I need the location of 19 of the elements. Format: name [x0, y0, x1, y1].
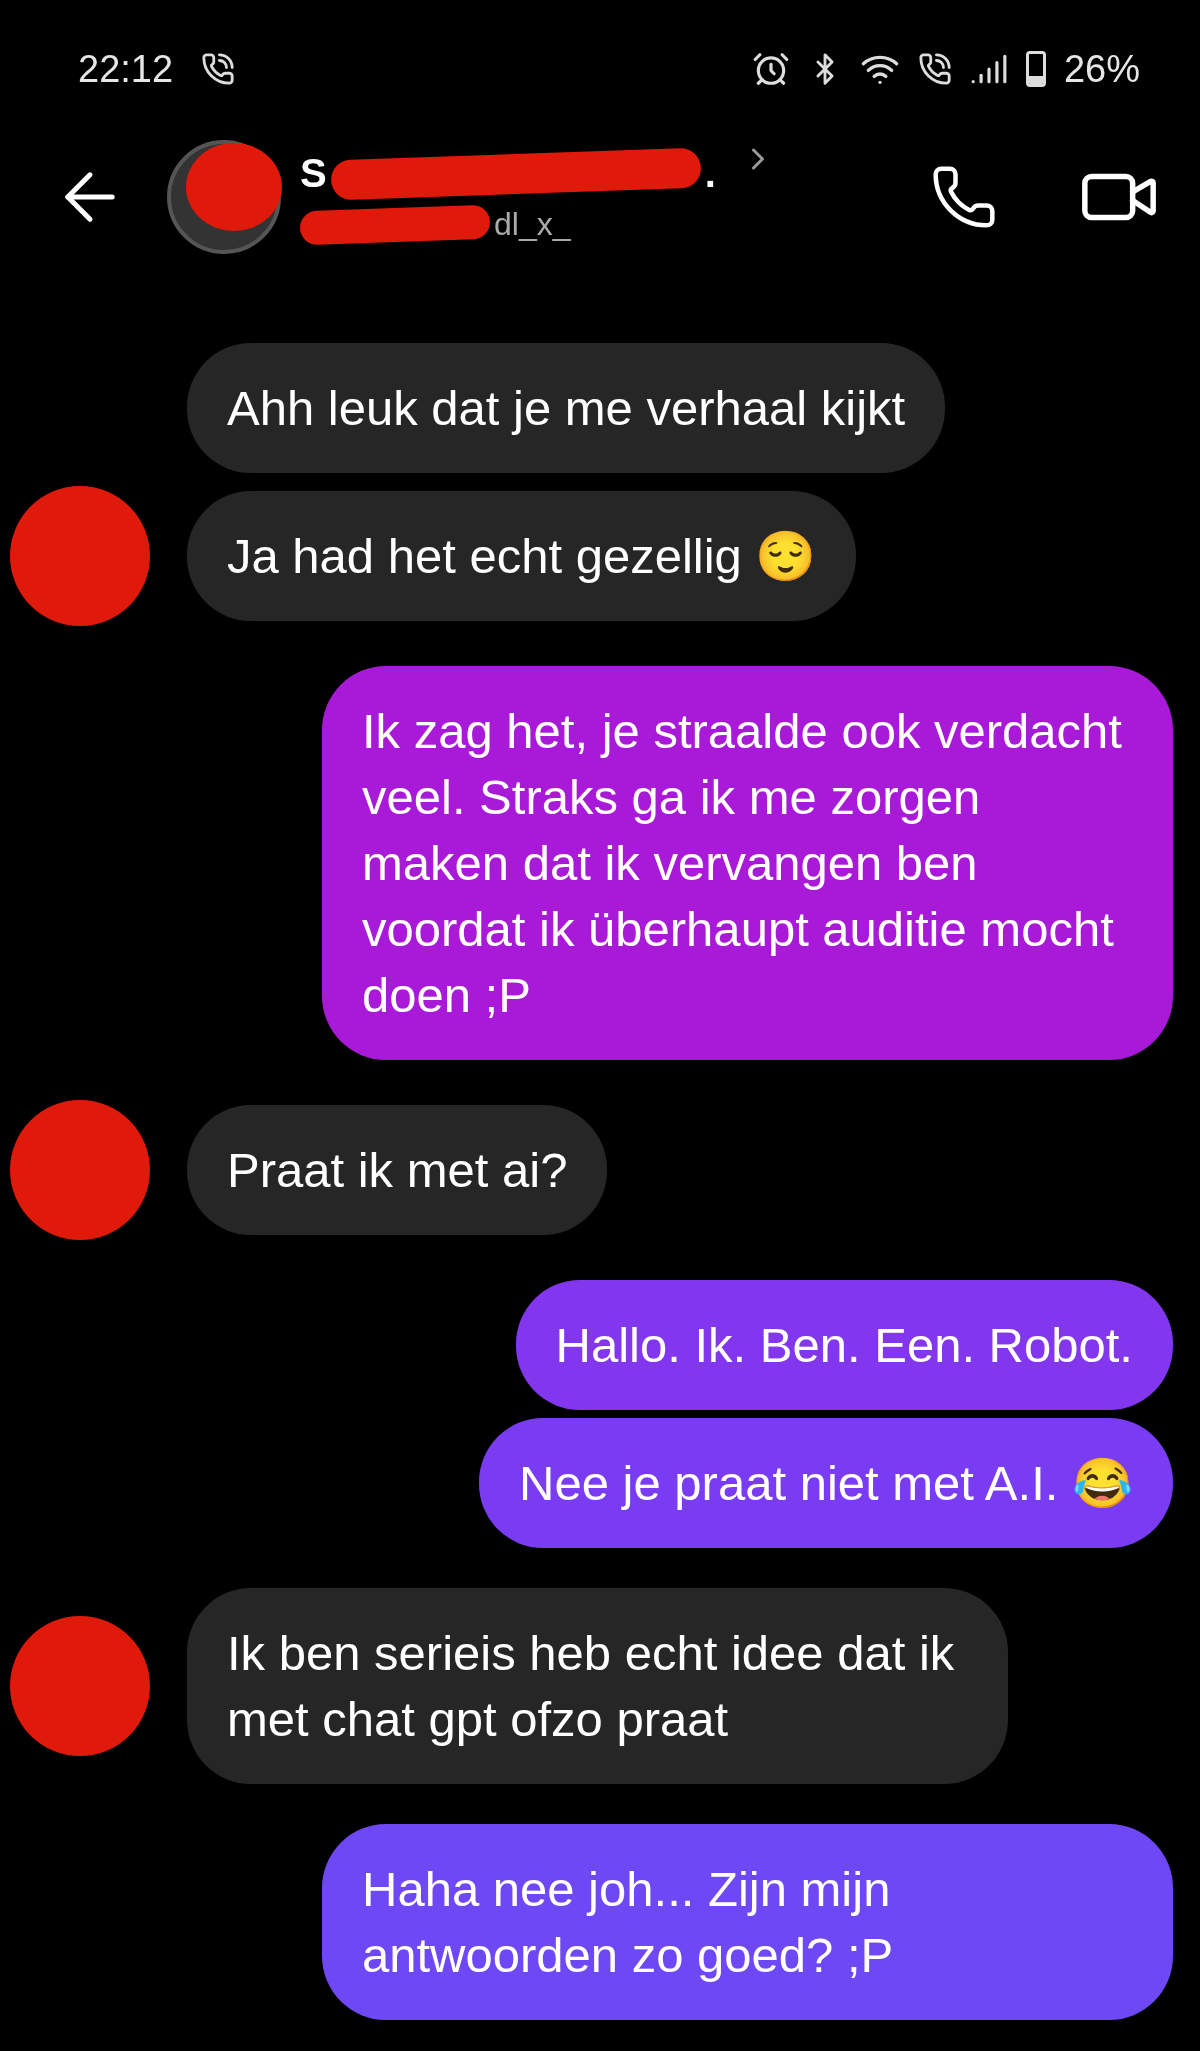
sent-message: Hallo. Ik. Ben. Een. Robot. [515, 1280, 1173, 1410]
avatar[interactable] [164, 137, 284, 257]
battery-percent: 26% [1063, 47, 1140, 91]
wifi-call-icon [201, 52, 236, 86]
username: dl_x_ [494, 206, 571, 243]
sent-message: Nee je praat niet met A.I. 😂 [479, 1418, 1173, 1548]
battery-icon [1025, 51, 1046, 87]
contact-name[interactable]: S [300, 151, 327, 196]
received-message: Ahh leuk dat je me verhaal kijkt [187, 343, 946, 473]
received-message: Ik ben serieis heb echt idee dat ik met chat gpt ofzo praat [187, 1588, 1008, 1784]
alarm-icon [751, 50, 790, 88]
wifi-call-icon [917, 52, 952, 86]
sent-message: Haha nee joh... Zijn mijn antwoorden zo goed? ;P [322, 1824, 1173, 2020]
received-message: Ja had het echt gezellig 😌 [187, 491, 857, 621]
clock-time: 22:12 [78, 47, 174, 91]
contact-name[interactable]: . [704, 151, 716, 196]
sent-message: Ik zag het, je straalde ook verdacht veel. Straks ga ik me zorgen maken dat ik vervangen ben voordat ik überhaupt auditie mocht doen ;P [322, 666, 1173, 1060]
phone-icon[interactable] [930, 163, 998, 231]
received-message: Praat ik met ai? [187, 1105, 608, 1235]
